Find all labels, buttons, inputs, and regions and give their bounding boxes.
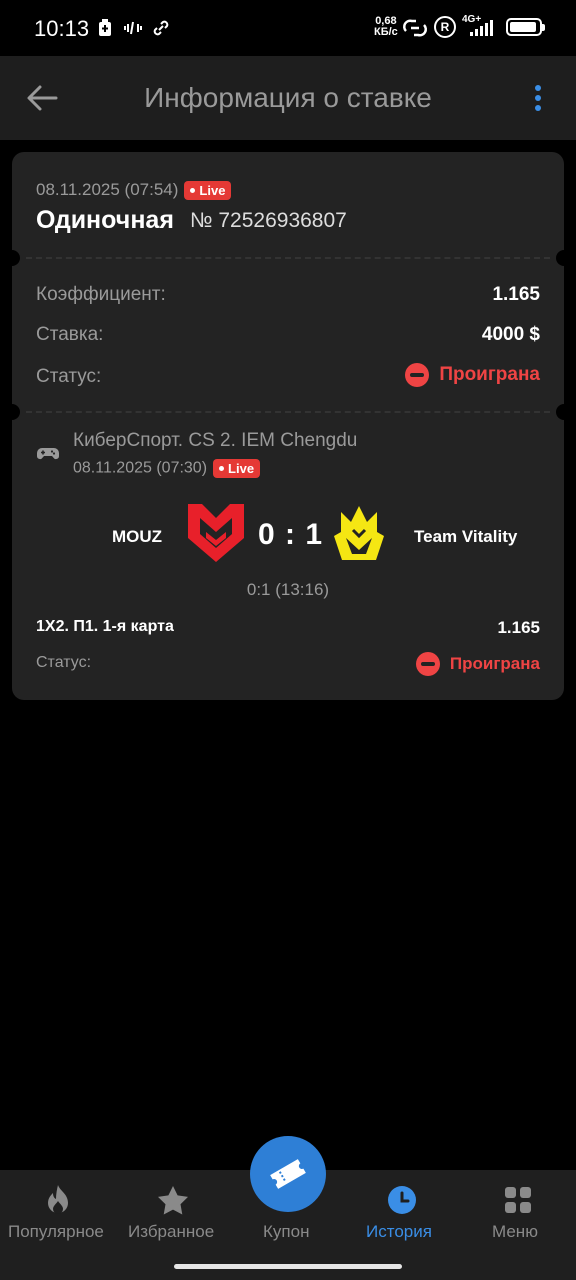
divider-2 [26, 411, 550, 413]
match-subscore: 0:1 (13:16) [246, 580, 330, 599]
hotspot-link-icon [403, 19, 427, 37]
bet-date-text: 08.11.2025 (07:54) [36, 180, 179, 199]
gamepad-icon [36, 448, 60, 460]
event-date-text: 08.11.2025 (07:30) [73, 459, 208, 477]
signal-bars-icon [470, 20, 493, 36]
match-score: 0 : 1 [258, 518, 324, 551]
status-value-text: Проиграна [439, 364, 540, 385]
home-indicator[interactable] [174, 1264, 402, 1269]
more-vertical-icon [535, 85, 541, 91]
vitality-logo-icon [334, 506, 384, 560]
bet-type: Одиночная [36, 206, 174, 234]
minus-circle-icon [415, 652, 440, 676]
nav-coupon-label: Купон [263, 1222, 310, 1241]
home-bar-area [0, 1256, 576, 1280]
mouz-logo-icon [188, 504, 244, 562]
stake-label: Ставка: [36, 324, 104, 345]
app-header: Информация о ставке [0, 56, 576, 140]
nav-history-label: История [366, 1222, 432, 1241]
live-badge: Live [184, 181, 232, 201]
star-icon [157, 1184, 189, 1216]
team1-name: MOUZ [112, 527, 163, 546]
event-live-badge: Live [213, 459, 261, 478]
bet-number: № 72526936807 [190, 209, 347, 232]
link-icon [153, 20, 169, 36]
page-title: Информация о ставке [144, 82, 432, 113]
nav-menu-label: Меню [492, 1222, 538, 1241]
nav-popular-label: Популярное [8, 1222, 104, 1241]
event-status-label: Статус: [36, 654, 92, 671]
status-value: Проиграна [405, 363, 540, 387]
event-status-value: Проиграна [415, 652, 540, 676]
vibrate-icon [124, 21, 142, 35]
clock-icon [386, 1184, 418, 1216]
battery-icon [506, 18, 545, 36]
coef-value: 1.165 [492, 284, 540, 305]
nav-history[interactable]: История [344, 1170, 460, 1256]
bottom-nav: Популярное Избранное Купон История Меню [0, 1136, 576, 1256]
event-date: 08.11.2025 (07:30) Live [73, 459, 261, 478]
network-speed: 0,68 КБ/с [374, 16, 398, 38]
bet-card: 08.11.2025 (07:54) Live Одиночная № 72526… [4, 152, 572, 700]
stake-value: 4000 $ [481, 324, 540, 345]
card-notch-right-2 [556, 404, 572, 420]
status-time: 10:13 [34, 16, 90, 41]
status-bar: 10:13 0,68 КБ/с R 4G+ [0, 0, 576, 56]
battery-saver-icon [99, 19, 111, 36]
network-speed-unit: КБ/с [374, 26, 398, 38]
card-notch-right [556, 250, 572, 266]
nav-coupon[interactable]: Купон [230, 1170, 346, 1256]
coef-label: Коэффициент: [36, 284, 166, 305]
nav-popular[interactable]: Популярное [0, 1170, 116, 1256]
market-name: 1X2. П1. 1-я карта [36, 618, 174, 635]
nav-menu[interactable]: Меню [460, 1170, 576, 1256]
card-notch-left-2 [4, 404, 20, 420]
event-status-value-text: Проиграна [449, 654, 540, 673]
grid-icon [502, 1184, 534, 1216]
roaming-badge: R [434, 16, 456, 38]
status-label: Статус: [36, 366, 102, 387]
nav-favorites-label: Избранное [128, 1222, 215, 1241]
tournament-name[interactable]: КиберСпорт. CS 2. IEM Chengdu [73, 430, 357, 452]
bet-date: 08.11.2025 (07:54) Live [36, 180, 232, 201]
team2-name: Team Vitality [414, 527, 518, 546]
divider [26, 257, 550, 259]
card-notch-left [4, 250, 20, 266]
more-menu-button[interactable] [522, 82, 554, 114]
nav-favorites[interactable]: Избранное [116, 1170, 232, 1256]
market-odd: 1.165 [497, 618, 540, 637]
minus-circle-icon [405, 363, 430, 387]
flame-icon [42, 1184, 74, 1216]
